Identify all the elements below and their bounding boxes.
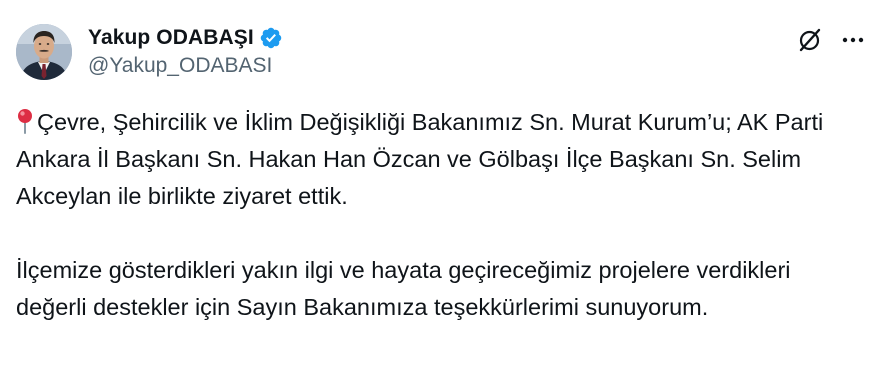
- verified-badge-icon[interactable]: [259, 26, 283, 50]
- avatar-image: [16, 24, 72, 80]
- tweet-text: Çevre, Şehircilik ve İklim Değişikliği B…: [16, 104, 866, 326]
- tweet-paragraph-2: İlçemize gösterdikleri yakın ilgi ve hay…: [16, 257, 791, 320]
- grok-button[interactable]: [795, 25, 825, 55]
- round-pushpin-emoji-icon: [16, 108, 34, 134]
- author-handle[interactable]: @Yakup_ODABASI: [88, 54, 272, 78]
- tweet-card: Yakup ODABAŞI @Yakup_ODABASI Çevre, Şehi…: [0, 0, 885, 368]
- author-display-name[interactable]: Yakup ODABAŞI: [88, 26, 254, 50]
- avatar[interactable]: [16, 24, 72, 80]
- more-options-icon: [842, 37, 864, 43]
- grok-icon: [799, 28, 821, 52]
- tweet-paragraph-1-text: Çevre, Şehircilik ve İklim Değişikliği B…: [16, 109, 824, 209]
- author-name-row: Yakup ODABAŞI: [88, 24, 283, 52]
- tweet-paragraph-1: Çevre, Şehircilik ve İklim Değişikliği B…: [16, 104, 866, 215]
- more-options-button[interactable]: [836, 25, 870, 55]
